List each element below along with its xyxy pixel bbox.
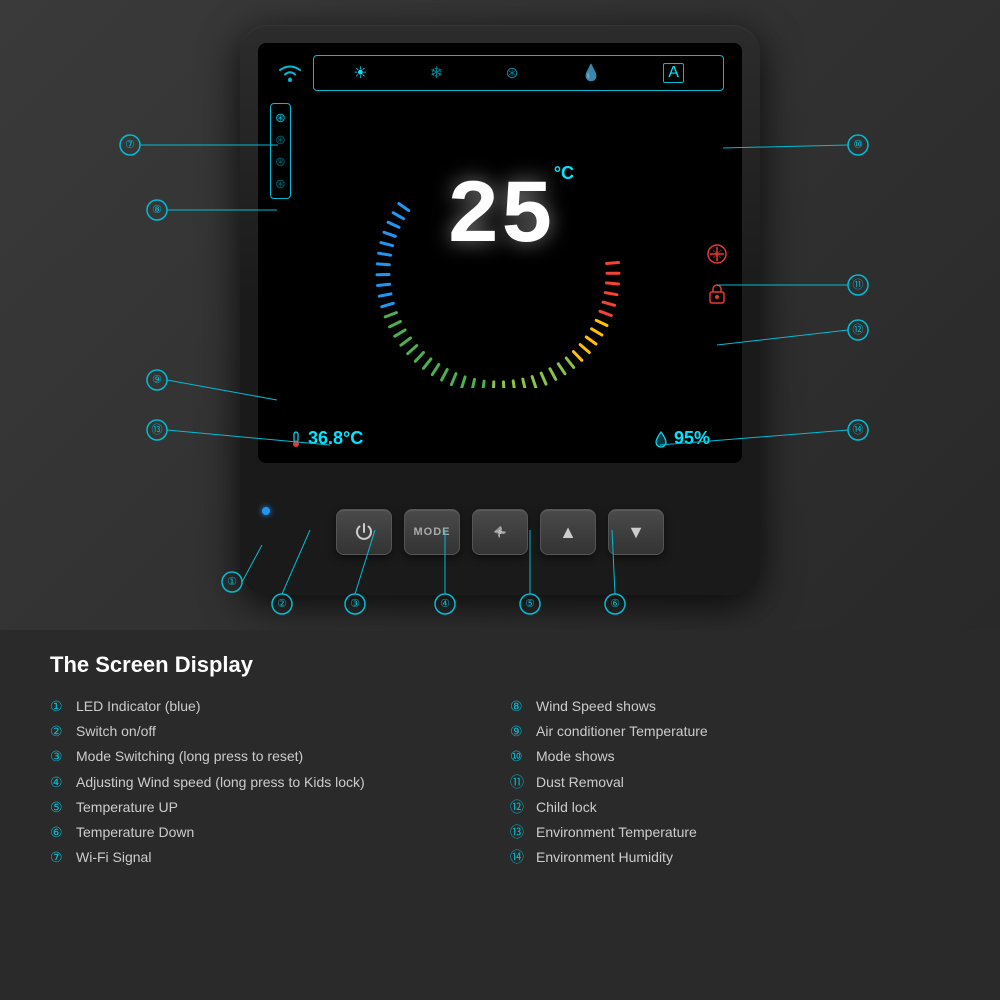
fan-speed-4-icon: ⊛ xyxy=(275,110,286,126)
mode-snow-icon: ❄ xyxy=(430,63,443,83)
svg-text:⑧: ⑧ xyxy=(152,204,162,216)
desc-item-12: ⑫ Child lock xyxy=(510,795,950,820)
desc-num-14: ⑭ xyxy=(510,845,532,870)
desc-text-7: Wi-Fi Signal xyxy=(76,845,151,870)
temp-up-button[interactable]: ▲ xyxy=(540,509,596,555)
fan-speed-column: ⊛ ⊛ ⊛ ⊛ xyxy=(270,103,291,199)
svg-text:③: ③ xyxy=(350,598,360,610)
desc-item-14: ⑭ Environment Humidity xyxy=(510,845,950,870)
svg-text:②: ② xyxy=(277,598,287,610)
mode-fan-icon: ⊛ xyxy=(505,63,518,83)
desc-item-13: ⑬ Environment Temperature xyxy=(510,820,950,845)
svg-text:①: ① xyxy=(227,576,237,588)
mode-bar: ☀ ❄ ⊛ 💧 A xyxy=(313,55,724,91)
desc-num-4: ④ xyxy=(50,770,72,795)
mode-sun-icon: ☀ xyxy=(353,63,367,83)
info-bar: 36.8°C 95% xyxy=(270,428,730,449)
temperature-display: °C 25 xyxy=(446,173,554,263)
status-right xyxy=(706,243,728,309)
desc-num-7: ⑦ xyxy=(50,845,72,870)
desc-num-3: ③ xyxy=(50,744,72,769)
mode-drop-icon: 💧 xyxy=(581,63,601,83)
desc-text-4: Adjusting Wind speed (long press to Kids… xyxy=(76,770,365,795)
main-wrapper: ☀ ❄ ⊛ 💧 A ⊛ ⊛ ⊛ ⊛ xyxy=(0,0,1000,1000)
svg-text:④: ④ xyxy=(440,598,450,610)
desc-num-2: ② xyxy=(50,719,72,744)
buttons-row: MODE ▲ xyxy=(320,509,680,555)
temp-up-icon: ▲ xyxy=(559,522,577,543)
dust-removal-icon xyxy=(706,243,728,270)
desc-text-6: Temperature Down xyxy=(76,820,194,845)
desc-item-10: ⑩ Mode shows xyxy=(510,744,950,769)
desc-text-3: Mode Switching (long press to reset) xyxy=(76,744,303,769)
description-grid: ① LED Indicator (blue) ② Switch on/off ③… xyxy=(50,694,950,870)
temp-value: 25 xyxy=(446,167,554,269)
child-lock-icon xyxy=(708,282,726,309)
power-button[interactable] xyxy=(336,509,392,555)
desc-text-1: LED Indicator (blue) xyxy=(76,694,201,719)
desc-num-6: ⑥ xyxy=(50,820,72,845)
svg-text:⑩: ⑩ xyxy=(853,139,863,151)
desc-num-13: ⑬ xyxy=(510,820,532,845)
temp-down-button[interactable]: ▼ xyxy=(608,509,664,555)
mode-button-label: MODE xyxy=(414,526,451,538)
desc-item-5: ⑤ Temperature UP xyxy=(50,795,490,820)
svg-text:⑦: ⑦ xyxy=(125,139,135,151)
desc-text-11: Dust Removal xyxy=(536,770,624,795)
desc-item-8: ⑧ Wind Speed shows xyxy=(510,694,950,719)
svg-text:⑤: ⑤ xyxy=(525,598,535,610)
mode-button[interactable]: MODE xyxy=(404,509,460,555)
desc-num-8: ⑧ xyxy=(510,694,532,719)
svg-text:⑭: ⑭ xyxy=(853,423,864,436)
fan-speed-1-icon: ⊛ xyxy=(275,176,286,192)
svg-text:⑪: ⑪ xyxy=(853,278,864,291)
desc-num-10: ⑩ xyxy=(510,744,532,769)
env-temp-display: 36.8°C xyxy=(290,428,363,449)
desc-text-5: Temperature UP xyxy=(76,795,178,820)
fan-speed-2-icon: ⊛ xyxy=(275,154,286,170)
desc-num-5: ⑤ xyxy=(50,795,72,820)
device-body: ☀ ❄ ⊛ 💧 A ⊛ ⊛ ⊛ ⊛ xyxy=(240,25,760,595)
device-area: ☀ ❄ ⊛ 💧 A ⊛ ⊛ ⊛ ⊛ xyxy=(0,0,1000,640)
desc-item-4: ④ Adjusting Wind speed (long press to Ki… xyxy=(50,770,490,795)
mode-auto-icon: A xyxy=(663,63,684,83)
fan-button[interactable] xyxy=(472,509,528,555)
env-humidity-display: 95% xyxy=(654,428,710,449)
env-temp-value: 36.8°C xyxy=(308,428,363,449)
svg-text:⑥: ⑥ xyxy=(610,598,620,610)
wifi-icon xyxy=(276,61,304,89)
device-screen: ☀ ❄ ⊛ 💧 A ⊛ ⊛ ⊛ ⊛ xyxy=(258,43,742,463)
led-indicator xyxy=(262,507,270,515)
env-humidity-value: 95% xyxy=(674,428,710,449)
desc-item-11: ⑪ Dust Removal xyxy=(510,770,950,795)
svg-text:⑬: ⑬ xyxy=(152,423,163,436)
desc-text-8: Wind Speed shows xyxy=(536,694,656,719)
desc-item-3: ③ Mode Switching (long press to reset) xyxy=(50,744,490,769)
description-title: The Screen Display xyxy=(50,652,950,678)
desc-right-col: ⑧ Wind Speed shows ⑨ Air conditioner Tem… xyxy=(510,694,950,870)
desc-text-9: Air conditioner Temperature xyxy=(536,719,708,744)
svg-text:⑨: ⑨ xyxy=(152,374,162,386)
desc-num-12: ⑫ xyxy=(510,795,532,820)
desc-text-2: Switch on/off xyxy=(76,719,156,744)
desc-item-9: ⑨ Air conditioner Temperature xyxy=(510,719,950,744)
desc-item-6: ⑥ Temperature Down xyxy=(50,820,490,845)
temp-down-icon: ▼ xyxy=(627,522,645,543)
fan-speed-3-icon: ⊛ xyxy=(275,132,286,148)
desc-text-14: Environment Humidity xyxy=(536,845,673,870)
desc-num-1: ① xyxy=(50,694,72,719)
description-section: The Screen Display ① LED Indicator (blue… xyxy=(0,630,1000,1000)
desc-text-12: Child lock xyxy=(536,795,597,820)
desc-text-10: Mode shows xyxy=(536,744,615,769)
desc-item-7: ⑦ Wi-Fi Signal xyxy=(50,845,490,870)
desc-item-1: ① LED Indicator (blue) xyxy=(50,694,490,719)
desc-num-9: ⑨ xyxy=(510,719,532,744)
desc-num-11: ⑪ xyxy=(510,770,532,795)
svg-text:⑫: ⑫ xyxy=(853,323,864,336)
desc-text-13: Environment Temperature xyxy=(536,820,697,845)
desc-item-2: ② Switch on/off xyxy=(50,719,490,744)
desc-left-col: ① LED Indicator (blue) ② Switch on/off ③… xyxy=(50,694,490,870)
temp-unit: °C xyxy=(554,163,574,184)
